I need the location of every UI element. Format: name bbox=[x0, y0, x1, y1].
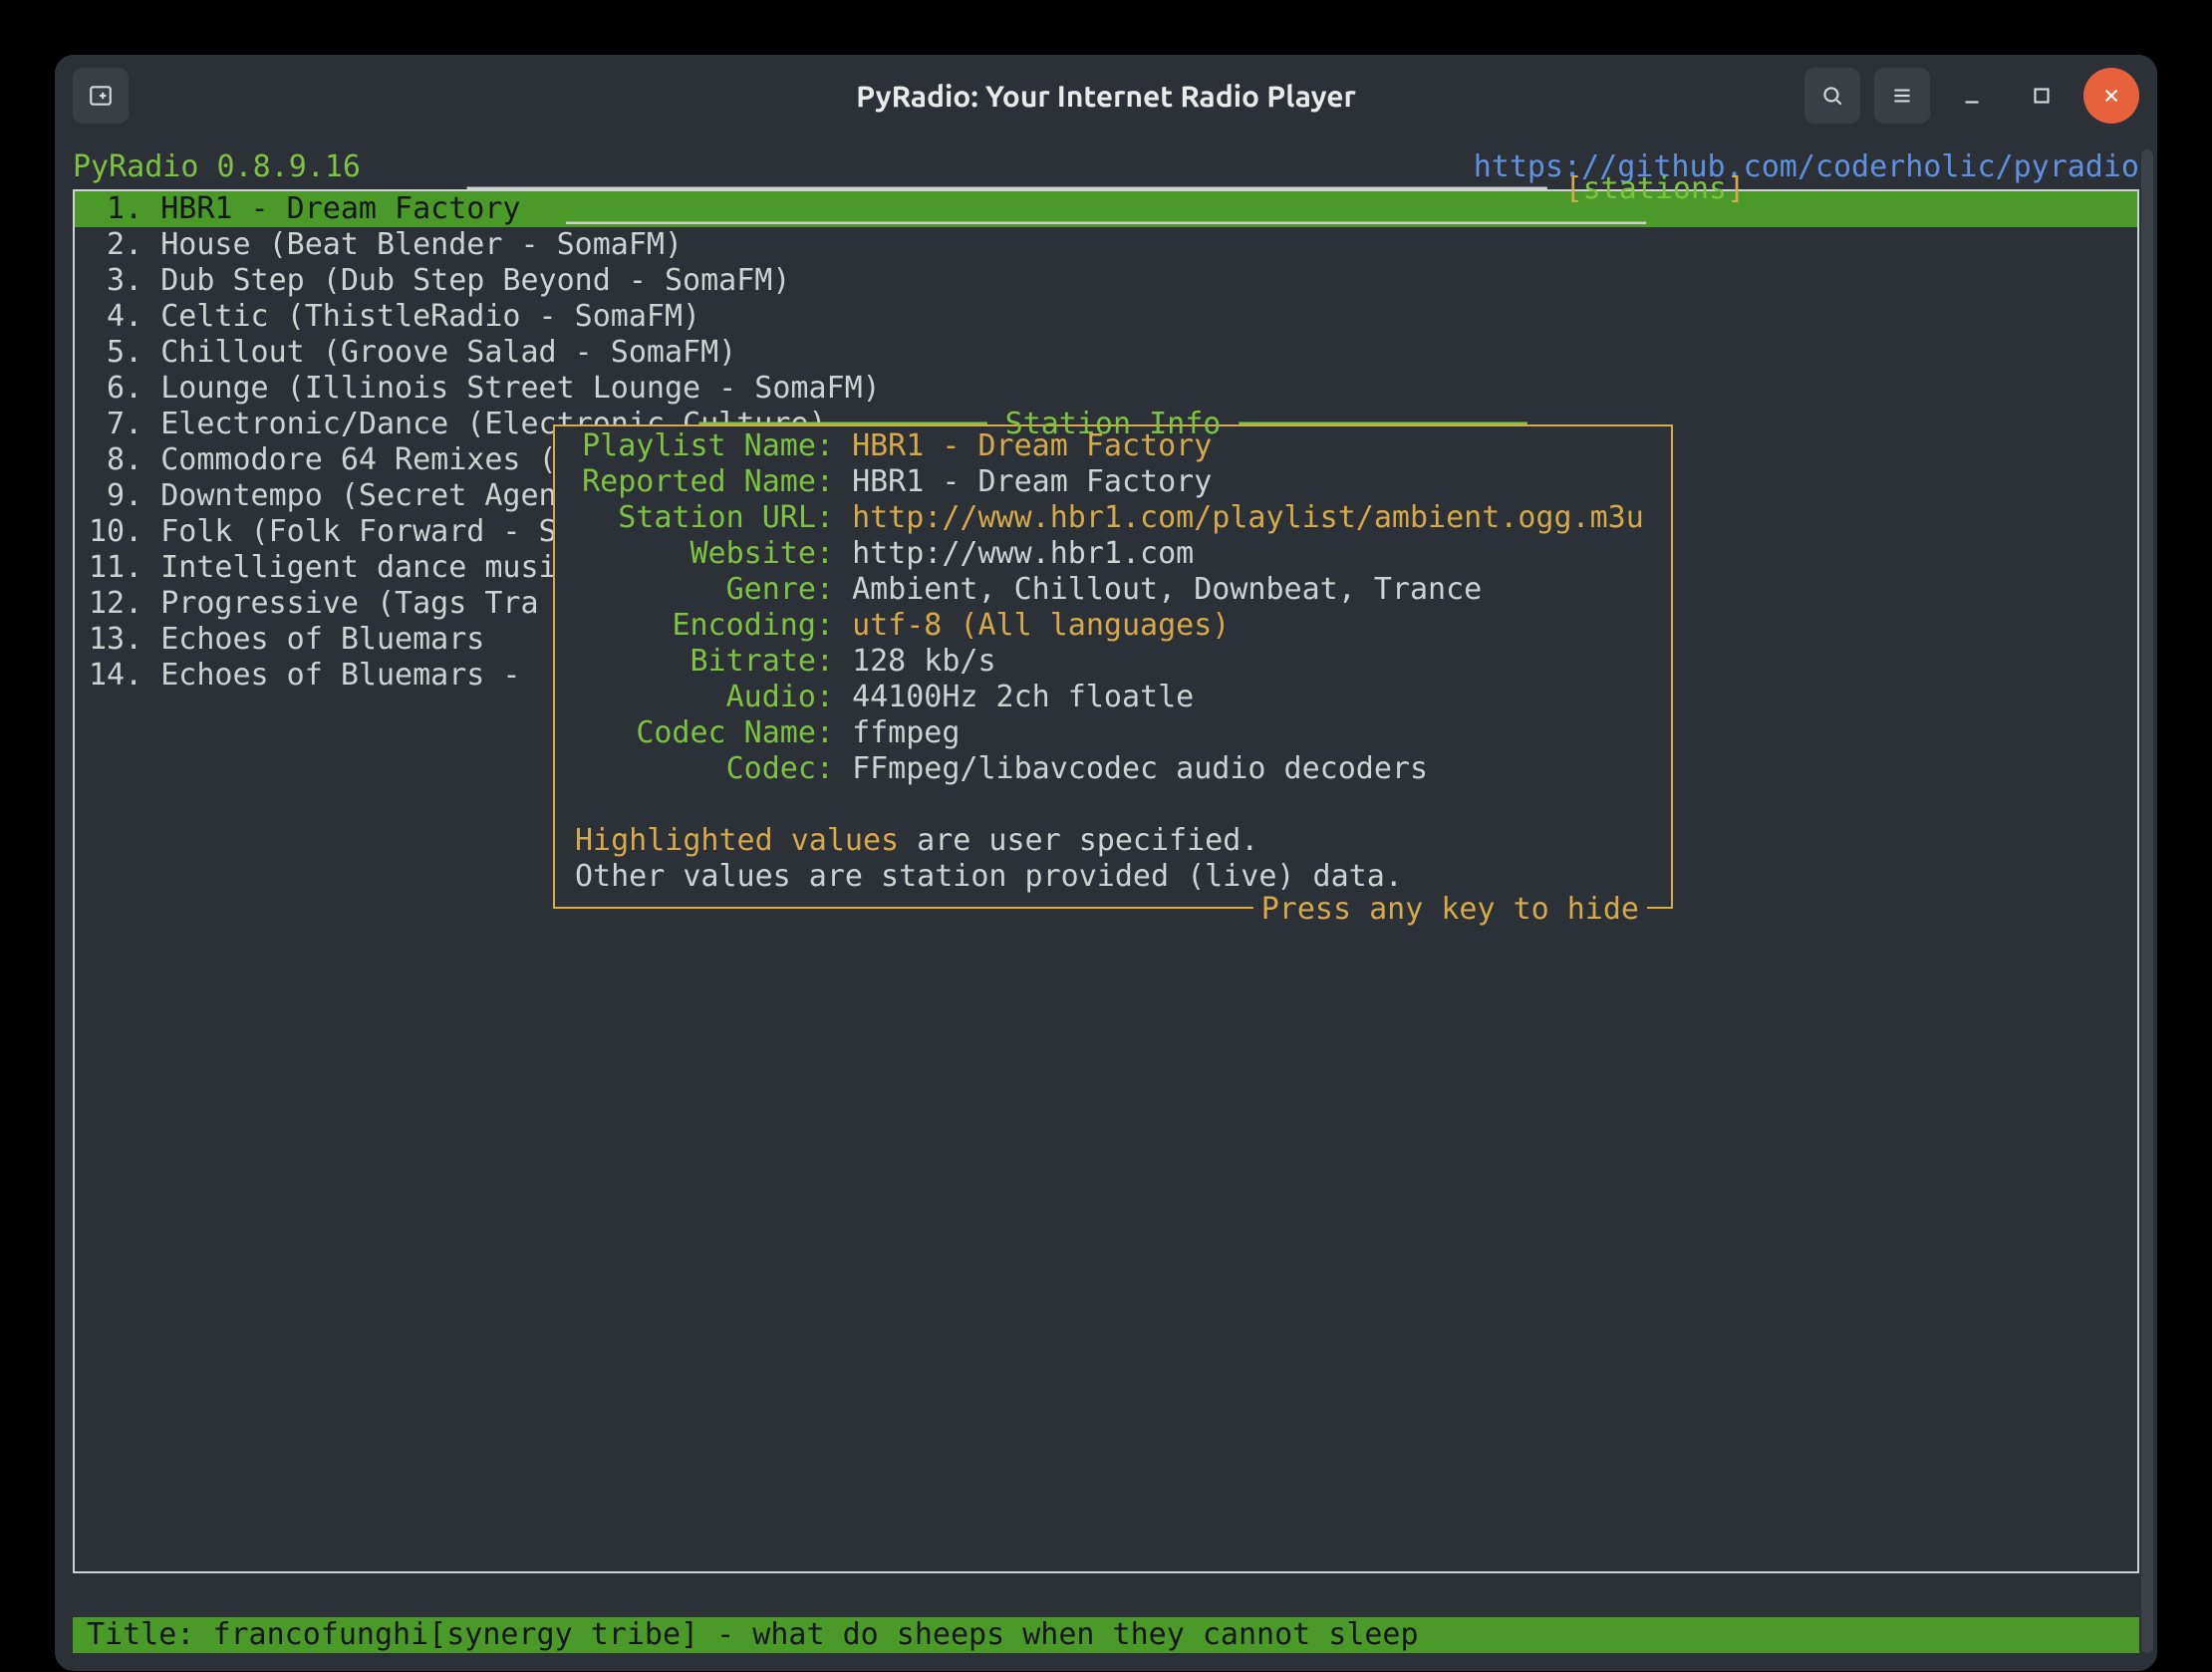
titlebar: PyRadio: Your Internet Radio Player bbox=[55, 55, 2157, 137]
info-field: Station URL: http://www.hbr1.com/playlis… bbox=[575, 500, 1651, 536]
frame-title: ────────────────────────────────────────… bbox=[75, 171, 2137, 241]
info-field: Encoding: utf-8 (All languages) bbox=[575, 608, 1651, 644]
app-window: PyRadio: Your Internet Radio Player PyRa… bbox=[54, 54, 2158, 1672]
scrollbar[interactable] bbox=[2141, 149, 2153, 1653]
hamburger-menu-button[interactable] bbox=[1874, 68, 1930, 124]
status-prefix: Title: bbox=[87, 1617, 212, 1652]
close-button[interactable] bbox=[2083, 68, 2139, 124]
station-row[interactable]: 6. Lounge (Illinois Street Lounge - Soma… bbox=[75, 371, 2137, 407]
terminal-area[interactable]: PyRadio 0.8.9.16 https://github.com/code… bbox=[73, 149, 2139, 1653]
info-field: Bitrate: 128 kb/s bbox=[575, 644, 1651, 680]
station-info-popup[interactable]: ──────────────── Station Info ──────────… bbox=[553, 424, 1673, 909]
scrollbar-thumb[interactable] bbox=[2141, 149, 2153, 1653]
info-field: Codec Name: ffmpeg bbox=[575, 715, 1651, 751]
popup-note: Other values are station provided (live)… bbox=[575, 859, 1651, 895]
stations-frame: ────────────────────────────────────────… bbox=[73, 189, 2139, 1573]
popup-note: Highlighted values are user specified. bbox=[575, 823, 1651, 859]
info-field: Genre: Ambient, Chillout, Downbeat, Tran… bbox=[575, 572, 1651, 608]
station-row[interactable]: 5. Chillout (Groove Salad - SomaFM) bbox=[75, 335, 2137, 371]
search-button[interactable] bbox=[1804, 68, 1860, 124]
status-bar: Title: francofunghi[synergy tribe] - wha… bbox=[73, 1617, 2139, 1653]
now-playing-title: francofunghi[synergy tribe] - what do sh… bbox=[212, 1617, 1418, 1652]
station-row[interactable]: 4. Celtic (ThistleRadio - SomaFM) bbox=[75, 299, 2137, 335]
new-tab-button[interactable] bbox=[73, 68, 129, 124]
info-field: Audio: 44100Hz 2ch floatle bbox=[575, 680, 1651, 715]
minimize-button[interactable] bbox=[1944, 68, 2000, 124]
info-field: Website: http://www.hbr1.com bbox=[575, 536, 1651, 572]
station-row[interactable]: 3. Dub Step (Dub Step Beyond - SomaFM) bbox=[75, 263, 2137, 299]
info-field: Codec: FFmpeg/libavcodec audio decoders bbox=[575, 751, 1651, 787]
maximize-button[interactable] bbox=[2014, 68, 2070, 124]
info-field: Reported Name: HBR1 - Dream Factory bbox=[575, 464, 1651, 500]
popup-footer-hint: Press any key to hide bbox=[1253, 892, 1647, 927]
popup-title: ──────────────── Station Info ──────────… bbox=[555, 407, 1671, 441]
